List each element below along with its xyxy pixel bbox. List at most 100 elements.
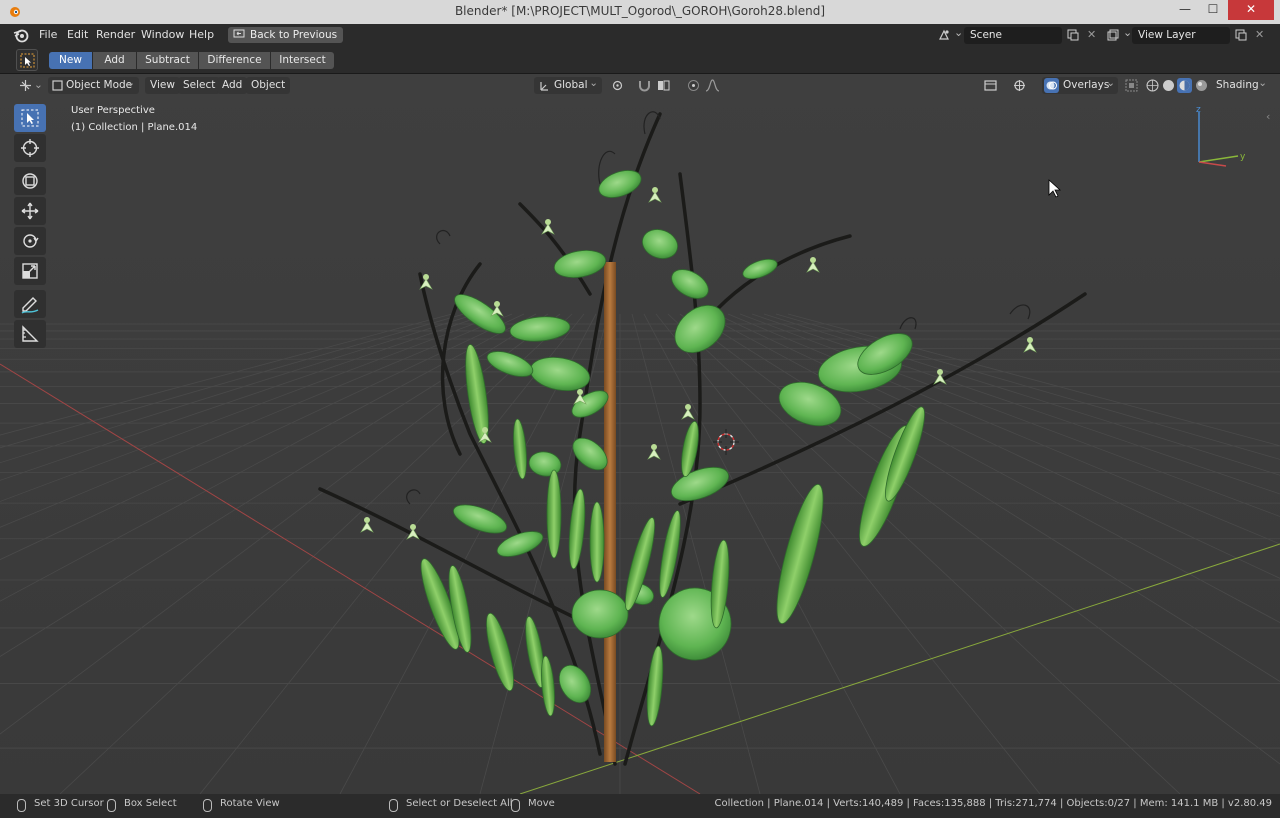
overlays-icon <box>1044 78 1059 93</box>
mouse-left-drag-icon <box>107 799 116 812</box>
viewport-collection-label: (1) Collection | Plane.014 <box>71 122 198 133</box>
wireframe-shading-icon[interactable] <box>1145 78 1160 93</box>
chevron-down-icon: ⌄ <box>1258 77 1267 89</box>
tool-header: New Add Subtract Difference Intersect <box>0 46 1280 74</box>
gizmo-z-label: z <box>1196 105 1201 115</box>
viewport-menu-view[interactable]: View <box>145 77 180 94</box>
mode-difference-button[interactable]: Difference <box>199 52 270 69</box>
back-to-previous-button[interactable]: Back to Previous <box>228 27 344 43</box>
shading-label: Shading <box>1216 79 1259 91</box>
proportional-editing-icon[interactable] <box>686 78 701 93</box>
tool-annotate-button[interactable] <box>14 290 46 318</box>
chevron-down-icon: ⌄ <box>1106 77 1115 89</box>
object-mode-label: Object Mode <box>66 79 133 91</box>
mode-new-button[interactable]: New <box>49 52 92 69</box>
shading-dropdown[interactable]: Shading ⌄ <box>1211 77 1269 94</box>
measure-ruler-icon <box>22 325 39 342</box>
mouse-left-icon <box>17 799 26 812</box>
gizmos-icon[interactable] <box>1012 78 1027 93</box>
menu-file[interactable]: File <box>39 28 57 41</box>
chevron-down-icon[interactable]: ⌄ <box>954 26 963 39</box>
duplicate-scene-icon[interactable] <box>1066 28 1080 42</box>
viewport-menu-select[interactable]: Select <box>178 77 221 94</box>
sidebar-toggle-icon[interactable]: ‹ <box>1266 110 1270 123</box>
tool-rotate-button[interactable] <box>14 227 46 255</box>
snap-magnet-icon[interactable] <box>637 78 652 93</box>
proportional-falloff-icon[interactable] <box>705 78 720 93</box>
chevron-down-icon[interactable]: ⌄ <box>1123 26 1132 39</box>
move-tool-icon <box>21 202 39 220</box>
object-mode-dropdown[interactable]: Object Mode ⌄ <box>48 77 139 94</box>
tool-cursor-button[interactable] <box>14 134 46 162</box>
status-box-select: Box Select <box>124 798 177 809</box>
viewport-menu-object[interactable]: Object <box>246 77 291 94</box>
viewport-scene[interactable]: z y <box>0 74 1280 794</box>
status-bar: Set 3D Cursor Box Select Rotate View Sel… <box>0 794 1280 818</box>
tool-scale-button[interactable] <box>14 257 46 285</box>
transform-tool-icon <box>22 173 38 189</box>
minimize-button[interactable]: — <box>1172 0 1198 20</box>
global-axes-icon <box>540 82 548 91</box>
scene-field[interactable]: Scene <box>964 27 1062 44</box>
menu-edit[interactable]: Edit <box>67 28 88 41</box>
menu-window[interactable]: Window <box>141 28 184 41</box>
mode-add-button[interactable]: Add <box>93 52 136 69</box>
mouse-right-icon <box>389 799 398 812</box>
view-object-types-icon[interactable] <box>983 78 998 93</box>
back-screen-icon <box>233 29 245 38</box>
view-layer-icon[interactable] <box>1106 28 1120 42</box>
tool-select-box-button[interactable] <box>14 104 46 132</box>
rotate-tool-icon <box>23 234 39 248</box>
viewport-menu-add[interactable]: Add <box>217 77 248 94</box>
mouse-right-drag-icon <box>511 799 520 812</box>
chevron-down-icon: ⌄ <box>589 77 598 89</box>
scale-tool-icon <box>22 263 38 279</box>
close-button[interactable]: ✕ <box>1228 0 1274 20</box>
blender-logo-icon[interactable] <box>13 27 29 43</box>
scene-icon[interactable] <box>937 28 951 42</box>
snap-target-icon[interactable] <box>656 78 671 93</box>
material-preview-shading-icon[interactable] <box>1177 78 1192 93</box>
status-scene-stats: Collection | Plane.014 | Verts:140,489 |… <box>714 798 1272 809</box>
tool-transform-button[interactable] <box>14 167 46 195</box>
pivot-point-icon[interactable] <box>610 78 625 93</box>
window-title: Blender* [M:\PROJECT\MULT_Ogorod\_GOROH\… <box>454 4 826 18</box>
annotate-pencil-icon <box>21 297 39 314</box>
solid-shading-icon[interactable] <box>1161 78 1176 93</box>
gizmo-y-label: y <box>1240 152 1246 162</box>
active-tool-button[interactable] <box>16 49 38 71</box>
menu-help[interactable]: Help <box>189 28 214 41</box>
mode-intersect-button[interactable]: Intersect <box>271 52 334 69</box>
wooden-stake <box>604 262 616 762</box>
select-box-icon <box>20 53 35 68</box>
tool-measure-button[interactable] <box>14 320 46 348</box>
duplicate-view-layer-icon[interactable] <box>1234 28 1248 42</box>
overlays-label: Overlays <box>1063 79 1110 91</box>
transform-orientation-label: Global <box>554 79 588 91</box>
maximize-button[interactable]: ☐ <box>1200 0 1226 20</box>
status-move: Move <box>528 798 555 809</box>
remove-view-layer-icon[interactable]: ✕ <box>1255 28 1264 41</box>
mode-subtract-button[interactable]: Subtract <box>137 52 198 69</box>
select-box-icon <box>21 109 39 127</box>
status-select-deselect: Select or Deselect All <box>406 798 513 809</box>
status-set-cursor: Set 3D Cursor <box>34 798 104 809</box>
status-rotate-view: Rotate View <box>220 798 280 809</box>
remove-scene-icon[interactable]: ✕ <box>1087 28 1096 41</box>
3d-viewport[interactable]: z y ⌄ Object Mode ⌄ View Select Add Obje… <box>0 74 1280 794</box>
window-titlebar: Blender* [M:\PROJECT\MULT_Ogorod\_GOROH\… <box>0 0 1280 24</box>
xray-toggle-icon[interactable] <box>1124 78 1139 93</box>
back-to-previous-label: Back to Previous <box>250 29 338 41</box>
object-mode-icon <box>52 80 63 91</box>
editor-type-chevron-icon[interactable]: ⌄ <box>29 77 48 94</box>
viewport-perspective-label: User Perspective <box>71 105 155 116</box>
view-layer-field[interactable]: View Layer <box>1132 27 1230 44</box>
tool-move-button[interactable] <box>14 197 46 225</box>
menu-render[interactable]: Render <box>96 28 135 41</box>
rendered-shading-icon[interactable] <box>1194 78 1209 93</box>
transform-orientation-dropdown[interactable]: Global ⌄ <box>534 77 602 94</box>
mouse-middle-icon <box>203 799 212 812</box>
chevron-down-icon: ⌄ <box>126 77 135 89</box>
viewport-header: ⌄ Object Mode ⌄ View Select Add Object G… <box>0 74 1280 123</box>
overlays-dropdown[interactable]: Overlays ⌄ <box>1042 77 1118 94</box>
